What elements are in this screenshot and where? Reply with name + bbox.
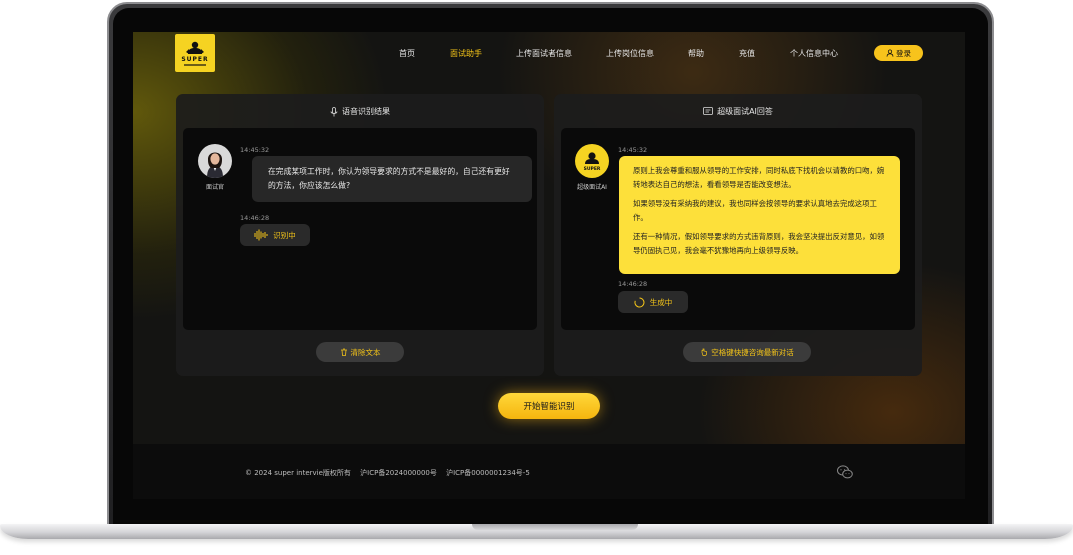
interviewer-avatar [198, 144, 232, 178]
ai-panel-title: 超级面试AI回答 [717, 107, 773, 116]
footer-copyright: © 2024 super intervie版权所有 [245, 469, 351, 477]
generating-status: 生成中 [618, 291, 688, 313]
speech-recognition-panel: 语音识别结果 面试官 14:45:32 在完成某项工作时，你认为领导要求的方式不… [176, 94, 544, 376]
message-timestamp: 14:45:32 [240, 146, 270, 154]
interviewer-label: 面试官 [205, 184, 224, 191]
answer-paragraph: 原则上我会尊重和服从领导的工作安排，同时私底下找机会以请教的口吻，婉转地表达自己… [633, 166, 885, 189]
speech-panel-title: 语音识别结果 [342, 107, 390, 116]
start-recognition-button[interactable]: 开始智能识别 [498, 393, 600, 419]
super-ai-avatar: SUPER [575, 144, 609, 178]
recognizing-status: 识别中 [240, 224, 310, 246]
trash-icon [340, 348, 347, 356]
nav-item-help[interactable]: 帮助 [688, 48, 704, 59]
footer-icp-primary[interactable]: 沪ICP备2024000000号 [360, 469, 437, 477]
ai-answer-bubble: 原则上我会尊重和服从领导的工作安排，同时私底下找机会以请教的口吻，婉转地表达自己… [619, 156, 900, 274]
main-nav: 首页 面试助手 上传面试者信息 上传岗位信息 帮助 充值 个人信息中心 [133, 48, 965, 62]
clear-text-button[interactable]: 清除文本 [316, 342, 404, 362]
sound-wave-icon [254, 229, 268, 241]
nav-item-home[interactable]: 首页 [399, 48, 415, 59]
chat-screen-icon [703, 107, 713, 115]
wechat-icon[interactable] [837, 465, 853, 479]
nav-item-upload-position[interactable]: 上传岗位信息 [606, 48, 654, 59]
message-timestamp: 14:46:28 [240, 214, 270, 222]
logo-underline [184, 64, 206, 66]
generating-label: 生成中 [649, 297, 673, 307]
login-label: 登录 [896, 48, 911, 58]
login-button[interactable]: 登录 [874, 45, 923, 61]
hand-pointer-icon [701, 348, 708, 356]
answer-paragraph: 还有一种情况，假如领导要求的方式违背原则，我会坚决提出反对意见，如领导仍固执己见… [633, 232, 885, 255]
shortcut-consult-button[interactable]: 空格键快捷咨询最新对话 [683, 342, 811, 362]
svg-text:SUPER: SUPER [584, 166, 601, 172]
loading-spinner-icon [634, 297, 645, 307]
footer-icp-secondary[interactable]: 沪ICP备0000001234号-5 [446, 469, 530, 477]
super-logo-icon: SUPER [584, 152, 601, 172]
speech-chat-area: 面试官 14:45:32 在完成某项工作时，你认为领导要求的方式不是最好的，自己… [183, 128, 537, 330]
app-screen: SUPER 首页 面试助手 上传面试者信息 上传岗位信息 帮助 充值 个人信息中… [133, 32, 965, 499]
footer-legal: © 2024 super intervie版权所有 沪ICP备202400000… [245, 468, 537, 478]
question-bubble: 在完成某项工作时，你认为领导要求的方式不是最好的，自己还有更好的方法，你应该怎么… [252, 156, 532, 202]
message-timestamp: 14:45:32 [618, 146, 648, 154]
user-icon [886, 49, 894, 57]
message-timestamp: 14:46:28 [618, 280, 648, 288]
nav-item-profile[interactable]: 个人信息中心 [790, 48, 838, 59]
page-footer: © 2024 super intervie版权所有 沪ICP备202400000… [133, 444, 965, 499]
nav-item-interview-assistant[interactable]: 面试助手 [450, 48, 482, 59]
ai-panel-header: 超级面试AI回答 [554, 106, 922, 117]
nav-item-recharge[interactable]: 充值 [739, 48, 755, 59]
answer-paragraph: 如果领导没有采纳我的建议，我也同样会按领导的要求认真地去完成这项工作。 [633, 199, 877, 222]
nav-item-upload-candidate[interactable]: 上传面试者信息 [516, 48, 572, 59]
laptop-notch [472, 524, 638, 530]
speech-panel-header: 语音识别结果 [176, 106, 544, 117]
microphone-icon [330, 106, 338, 116]
super-ai-label: 超级面试AI [577, 184, 607, 191]
clear-text-label: 清除文本 [350, 347, 381, 357]
recognizing-label: 识别中 [273, 230, 296, 240]
shortcut-consult-label: 空格键快捷咨询最新对话 [711, 347, 794, 357]
